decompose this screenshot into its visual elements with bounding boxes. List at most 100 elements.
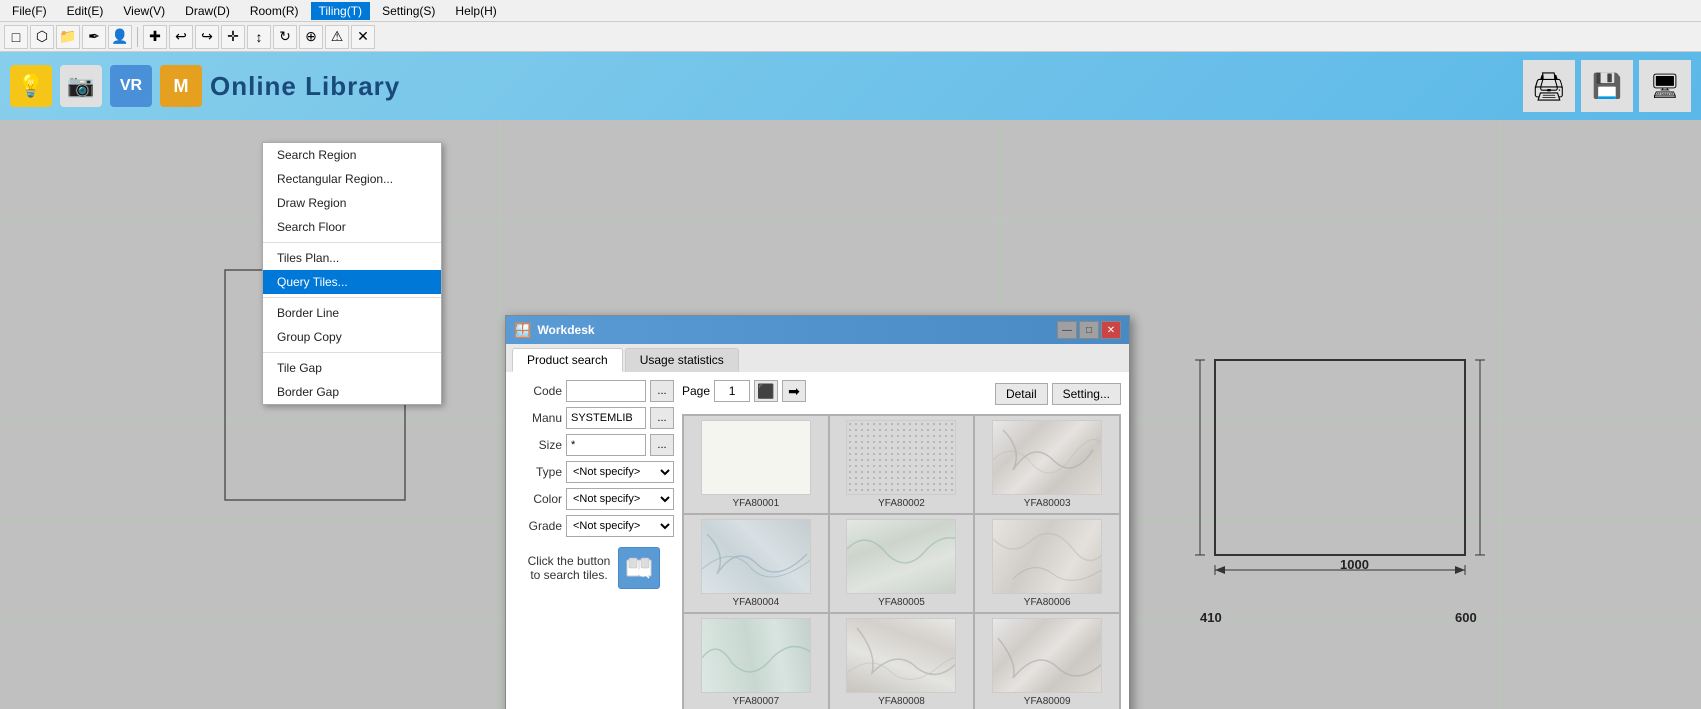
menu-setting[interactable]: Setting(S): [374, 2, 443, 20]
product-cell-5[interactable]: YFA80006: [975, 515, 1119, 612]
banner-icon-printer[interactable]: 🖨: [1523, 60, 1575, 112]
size-browse-btn[interactable]: ...: [650, 434, 674, 456]
menu-room[interactable]: Room(R): [242, 2, 307, 20]
page-prev-btn[interactable]: ⬛: [754, 380, 778, 402]
toolbar-btn-5[interactable]: 👤: [108, 25, 132, 49]
tiling-dropdown-menu: Search Region Rectangular Region... Draw…: [262, 142, 442, 405]
manu-input[interactable]: [566, 407, 646, 429]
tab-usage-statistics[interactable]: Usage statistics: [625, 348, 739, 372]
page-input[interactable]: [714, 380, 750, 402]
dropdown-sep-1: [263, 242, 441, 243]
product-name-8: YFA80009: [1024, 696, 1071, 707]
dialog-controls: — □ ✕: [1057, 321, 1121, 339]
manu-label: Manu: [514, 411, 562, 425]
product-name-7: YFA80008: [878, 696, 925, 707]
menu-group-copy[interactable]: Group Copy: [263, 325, 441, 349]
menu-query-tiles[interactable]: Query Tiles...: [263, 270, 441, 294]
toolbar-btn-6[interactable]: ✚: [143, 25, 167, 49]
menu-search-floor[interactable]: Search Floor: [263, 215, 441, 239]
search-area: Click the button to search tiles.: [514, 547, 674, 589]
size-row: Size ...: [514, 434, 674, 456]
product-thumb-3: [701, 519, 811, 594]
toolbar-btn-10[interactable]: ↕: [247, 25, 271, 49]
product-cell-7[interactable]: YFA80008: [830, 614, 974, 709]
product-thumb-5: [992, 519, 1102, 594]
menu-border-gap[interactable]: Border Gap: [263, 380, 441, 404]
banner-icon-m[interactable]: M: [160, 65, 202, 107]
toolbar-btn-12[interactable]: ⊕: [299, 25, 323, 49]
toolbar-btn-1[interactable]: □: [4, 25, 28, 49]
header-banner: 💡 📷 VR M Online Library 🖨 💾 🖥: [0, 52, 1701, 120]
code-input[interactable]: [566, 380, 646, 402]
dialog-minimize-btn[interactable]: —: [1057, 321, 1077, 339]
detail-btn[interactable]: Detail: [995, 383, 1048, 405]
product-thumb-6: [701, 618, 811, 693]
product-cell-0[interactable]: YFA80001: [684, 416, 828, 513]
menu-tiles-plan[interactable]: Tiles Plan...: [263, 246, 441, 270]
page-controls: Page ⬛ ➡: [682, 380, 806, 402]
manu-browse-btn[interactable]: ...: [650, 407, 674, 429]
banner-title: Online Library: [210, 71, 400, 102]
menu-tile-gap[interactable]: Tile Gap: [263, 356, 441, 380]
product-thumb-0: [701, 420, 811, 495]
product-thumb-2: [992, 420, 1102, 495]
menu-draw-region[interactable]: Draw Region: [263, 191, 441, 215]
toolbar-btn-14[interactable]: ✕: [351, 25, 375, 49]
size-input[interactable]: [566, 434, 646, 456]
menu-file[interactable]: File(F): [4, 2, 55, 20]
color-select[interactable]: <Not specify>: [566, 488, 674, 510]
type-select[interactable]: <Not specify>: [566, 461, 674, 483]
banner-icon-disk[interactable]: 💾: [1581, 60, 1633, 112]
banner-icons-right: 🖨 💾 🖥: [1523, 60, 1691, 112]
toolbar-btn-7[interactable]: ↩: [169, 25, 193, 49]
banner-icon-vr[interactable]: VR: [110, 65, 152, 107]
toolbar-btn-8[interactable]: ↪: [195, 25, 219, 49]
product-name-3: YFA80004: [732, 597, 779, 608]
color-row: Color <Not specify>: [514, 488, 674, 510]
toolbar-btn-3[interactable]: 📁: [56, 25, 80, 49]
product-name-6: YFA80007: [732, 696, 779, 707]
dialog-maximize-btn[interactable]: □: [1079, 321, 1099, 339]
product-thumb-4: [846, 519, 956, 594]
code-browse-btn[interactable]: ...: [650, 380, 674, 402]
product-name-0: YFA80001: [732, 498, 779, 509]
menu-rectangular-region[interactable]: Rectangular Region...: [263, 167, 441, 191]
product-name-5: YFA80006: [1024, 597, 1071, 608]
product-thumb-1: [846, 420, 956, 495]
tab-product-search[interactable]: Product search: [512, 348, 623, 372]
toolbar-btn-4[interactable]: ✒: [82, 25, 106, 49]
page-next-btn[interactable]: ➡: [782, 380, 806, 402]
menu-help[interactable]: Help(H): [447, 2, 504, 20]
banner-icon-screen[interactable]: 🖥: [1639, 60, 1691, 112]
product-cell-4[interactable]: YFA80005: [830, 515, 974, 612]
dialog-title-left: 🪟 Workdesk: [514, 322, 595, 339]
product-thumb-7: [846, 618, 956, 693]
product-name-1: YFA80002: [878, 498, 925, 509]
menu-draw[interactable]: Draw(D): [177, 2, 238, 20]
search-tiles-btn[interactable]: [618, 547, 660, 589]
toolbar-btn-13[interactable]: ⚠: [325, 25, 349, 49]
menu-view[interactable]: View(V): [115, 2, 173, 20]
toolbar-btn-9[interactable]: ✛: [221, 25, 245, 49]
menu-search-region[interactable]: Search Region: [263, 143, 441, 167]
banner-icon-camera[interactable]: 📷: [60, 65, 102, 107]
menu-bar: File(F) Edit(E) View(V) Draw(D) Room(R) …: [0, 0, 1701, 22]
product-name-2: YFA80003: [1024, 498, 1071, 509]
product-cell-3[interactable]: YFA80004: [684, 515, 828, 612]
banner-icon-bulb[interactable]: 💡: [10, 65, 52, 107]
product-cell-2[interactable]: YFA80003: [975, 416, 1119, 513]
menu-edit[interactable]: Edit(E): [59, 2, 112, 20]
dialog-tabs: Product search Usage statistics: [506, 344, 1129, 372]
product-cell-1[interactable]: YFA80002: [830, 416, 974, 513]
toolbar-btn-11[interactable]: ↻: [273, 25, 297, 49]
dialog-close-btn[interactable]: ✕: [1101, 321, 1121, 339]
product-thumb-8: [992, 618, 1102, 693]
product-cell-6[interactable]: YFA80007: [684, 614, 828, 709]
grade-select[interactable]: <Not specify>: [566, 515, 674, 537]
toolbar-btn-2[interactable]: ⬡: [30, 25, 54, 49]
product-cell-8[interactable]: YFA80009: [975, 614, 1119, 709]
menu-border-line[interactable]: Border Line: [263, 301, 441, 325]
setting-btn[interactable]: Setting...: [1052, 383, 1121, 405]
dropdown-sep-2: [263, 297, 441, 298]
menu-tiling[interactable]: Tiling(T): [311, 2, 371, 20]
